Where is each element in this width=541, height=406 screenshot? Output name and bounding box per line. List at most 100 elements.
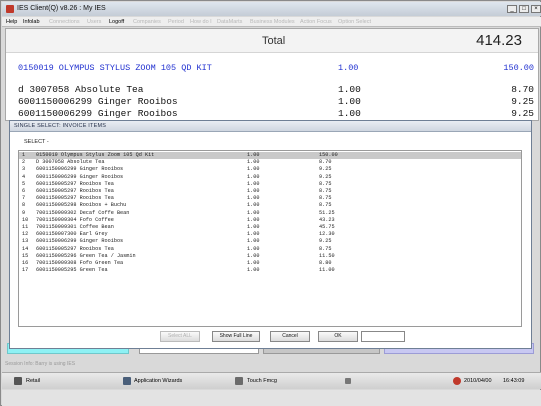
item-number: 16 bbox=[22, 260, 29, 266]
item-amount: 8.75 bbox=[319, 188, 332, 194]
item-qty: 1.00 bbox=[247, 180, 260, 187]
item-number: 3 bbox=[22, 166, 26, 173]
item-number: 15 bbox=[22, 252, 29, 259]
list-item[interactable]: 15 6001150005296 Green Tea / Jasmin 1.00 11… bbox=[19, 253, 521, 260]
total-value: 414.23 bbox=[476, 32, 522, 49]
item-amount: 9.25 bbox=[319, 238, 332, 245]
list-item[interactable]: 4 6001150006299 Ginger Rooibos 1.00 9.25 bbox=[19, 174, 521, 181]
item-description: 0150019 Olympus Stylus Zoom 105 Qd Kit bbox=[36, 152, 155, 158]
sale-line-qty: 1.00 bbox=[338, 96, 361, 107]
wizards-icon[interactable] bbox=[123, 377, 131, 385]
item-description: 6001150005298 Rooibos + Buchu bbox=[36, 202, 127, 209]
select-all-button[interactable]: Select ALL bbox=[160, 331, 200, 342]
menu-logoff[interactable]: Logoff bbox=[109, 18, 124, 26]
sale-line-description: 6001150006299 Ginger Rooibos bbox=[18, 96, 178, 107]
taskbar-retail[interactable]: Retail bbox=[26, 377, 40, 385]
list-item[interactable]: 5 6001150005297 Rooibos Tea 1.00 8.75 bbox=[19, 181, 521, 188]
list-item[interactable]: 9 7001150909302 Decaf Coffe Bean 1.00 51.25 bbox=[19, 210, 521, 217]
taskbar-application-wizards[interactable]: Application Wizards bbox=[134, 377, 182, 385]
list-item[interactable]: 1 0150019 Olympus Stylus Zoom 105 Qd Kit 1… bbox=[19, 152, 521, 160]
menu-companies[interactable]: Companies bbox=[133, 18, 161, 26]
item-description: 7001150909308 Fofo Green Tea bbox=[36, 260, 124, 266]
menu-action-focus[interactable]: Action Focus bbox=[300, 18, 332, 26]
window-title: IES Client(Q) v8.26 : My IES bbox=[17, 5, 106, 12]
item-number: 14 bbox=[22, 245, 29, 252]
taskbar: Retail Application Wizards Touch Fmcg 20… bbox=[2, 372, 541, 389]
sale-line-amount: 9.25 bbox=[511, 96, 534, 107]
item-amount: 150.00 bbox=[319, 152, 338, 158]
maximize-icon[interactable]: □ bbox=[519, 5, 529, 13]
touch-icon[interactable] bbox=[235, 377, 243, 385]
menu-business-modules[interactable]: Business Modules bbox=[250, 18, 295, 26]
list-item[interactable]: 10 7001150909304 Fofo Coffee 1.00 43.23 bbox=[19, 217, 521, 224]
item-number: 4 bbox=[22, 173, 26, 180]
item-qty: 1.00 bbox=[247, 166, 260, 173]
dialog-input-field[interactable] bbox=[361, 331, 405, 342]
item-number: 11 bbox=[22, 224, 29, 230]
invoice-items-list[interactable]: 1 0150019 Olympus Stylus Zoom 105 Qd Kit 1… bbox=[18, 150, 522, 327]
session-status: Session Info: Barry is using IES bbox=[5, 361, 76, 367]
total-row: Total 414.23 bbox=[6, 29, 538, 53]
sale-line[interactable]: 0150019 OLYMPUS STYLUS ZOOM 105 QD KIT 1… bbox=[18, 63, 538, 75]
menu-connections[interactable]: Connections bbox=[49, 18, 80, 26]
menu-users[interactable]: Users bbox=[87, 18, 101, 26]
retail-icon[interactable] bbox=[14, 377, 22, 385]
menu-datamarts[interactable]: DataMarts bbox=[217, 18, 242, 26]
dialog-title: SINGLE SELECT: INVOICE ITEMS bbox=[14, 123, 107, 129]
item-amount: 45.75 bbox=[319, 224, 335, 230]
menu-period[interactable]: Period bbox=[168, 18, 184, 26]
ok-button[interactable]: OK bbox=[318, 331, 358, 342]
menu-infolab[interactable]: Infolab bbox=[23, 18, 40, 26]
menu-help[interactable]: Help bbox=[6, 18, 17, 26]
list-item[interactable]: 6 6001150005297 Rooibos Tea 1.00 8.75 bbox=[19, 188, 521, 195]
sale-line[interactable]: 6001150006299 Ginger Rooibos 1.00 9.25 bbox=[18, 96, 538, 108]
list-item[interactable]: 3 6001150006299 Ginger Rooibos 1.00 9.25 bbox=[19, 166, 521, 173]
item-amount: 9.25 bbox=[319, 166, 332, 173]
item-number: 8 bbox=[22, 202, 26, 209]
list-item[interactable]: 12 6001150007300 Earl Grey 1.00 12.30 bbox=[19, 231, 521, 238]
item-qty: 1.00 bbox=[247, 216, 260, 223]
sale-line-amount: 8.70 bbox=[511, 84, 534, 95]
item-number: 9 bbox=[22, 209, 26, 216]
title-bar[interactable]: IES Client(Q) v8.26 : My IES _ □ × bbox=[2, 2, 541, 16]
menu-option-select[interactable]: Option Select bbox=[338, 18, 371, 26]
item-number: 2 bbox=[22, 159, 26, 166]
sync-icon[interactable] bbox=[345, 378, 351, 384]
item-number: 5 bbox=[22, 180, 26, 187]
item-amount: 8.75 bbox=[319, 245, 332, 252]
item-description: 6001150006299 Ginger Rooibos bbox=[36, 166, 124, 173]
item-qty: 1.00 bbox=[247, 260, 260, 266]
item-number: 17 bbox=[22, 267, 29, 274]
single-select-dialog: SINGLE SELECT: INVOICE ITEMS SELECT - 10… bbox=[9, 120, 532, 349]
item-description: 6001150005297 Rooibos Tea bbox=[36, 188, 114, 194]
item-amount: 12.30 bbox=[319, 231, 335, 238]
item-qty: 1.00 bbox=[247, 231, 260, 238]
item-qty: 1.00 bbox=[247, 188, 260, 194]
menu-how-do-i[interactable]: How do I bbox=[190, 18, 212, 26]
dialog-title-bar[interactable]: SINGLE SELECT: INVOICE ITEMS bbox=[10, 121, 531, 132]
list-item[interactable]: 14 6001150005297 Rooibos Tea 1.00 8.75 bbox=[19, 246, 521, 253]
item-qty: 1.00 bbox=[247, 173, 260, 180]
list-item[interactable]: 8 6001150005298 Rooibos + Buchu 1.00 8.75 bbox=[19, 202, 521, 209]
list-item[interactable]: 16 7001150909308 Fofo Green Tea 1.00 8.80 bbox=[19, 260, 521, 267]
minimize-icon[interactable]: _ bbox=[507, 5, 517, 13]
sale-line[interactable]: 6001150006299 Ginger Rooibos 1.00 9.25 bbox=[18, 108, 538, 120]
item-description: 6001150005297 Rooibos Tea bbox=[36, 180, 114, 187]
close-icon[interactable]: × bbox=[531, 5, 541, 13]
list-item[interactable]: 11 7001150909301 Coffee Bean 1.00 45.75 bbox=[19, 224, 521, 231]
list-item[interactable]: 2 D 3007058 Absolute Tea 1.00 8.70 bbox=[19, 159, 521, 166]
taskbar-touch-fmcg[interactable]: Touch Fmcg bbox=[247, 377, 277, 385]
list-item[interactable]: 7 6001150005297 Rooibos Tea 1.00 8.75 bbox=[19, 195, 521, 202]
item-number: 13 bbox=[22, 238, 29, 245]
sale-line-description: 6001150006299 Ginger Rooibos bbox=[18, 108, 178, 119]
item-number: 1 bbox=[22, 152, 26, 158]
item-description: 6001150005295 Green Tea bbox=[36, 267, 108, 274]
taskbar-date: 2010/04/00 bbox=[464, 378, 492, 384]
cancel-button[interactable]: Cancel bbox=[270, 331, 310, 342]
show-full-line-button[interactable]: Show Full Line bbox=[212, 331, 260, 342]
item-amount: 51.25 bbox=[319, 209, 335, 216]
list-item[interactable]: 17 6001150005295 Green Tea 1.00 11.00 bbox=[19, 267, 521, 274]
sale-line-description: d 3007058 Absolute Tea bbox=[18, 84, 144, 95]
sale-line[interactable]: d 3007058 Absolute Tea 1.00 8.70 bbox=[18, 84, 538, 96]
list-item[interactable]: 13 6001150006299 Ginger Rooibos 1.00 9.25 bbox=[19, 238, 521, 245]
